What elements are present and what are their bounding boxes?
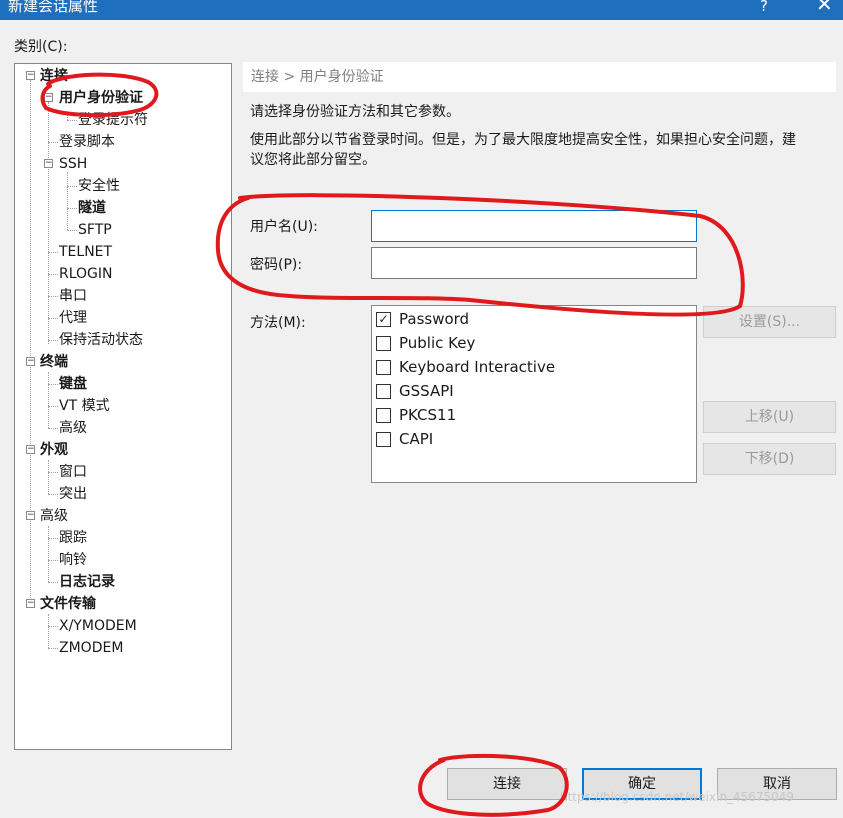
annotation-circle — [40, 72, 159, 118]
annotation-circle — [418, 753, 569, 817]
annotation-overlay — [40, 72, 745, 817]
annotation-circle — [215, 193, 745, 317]
